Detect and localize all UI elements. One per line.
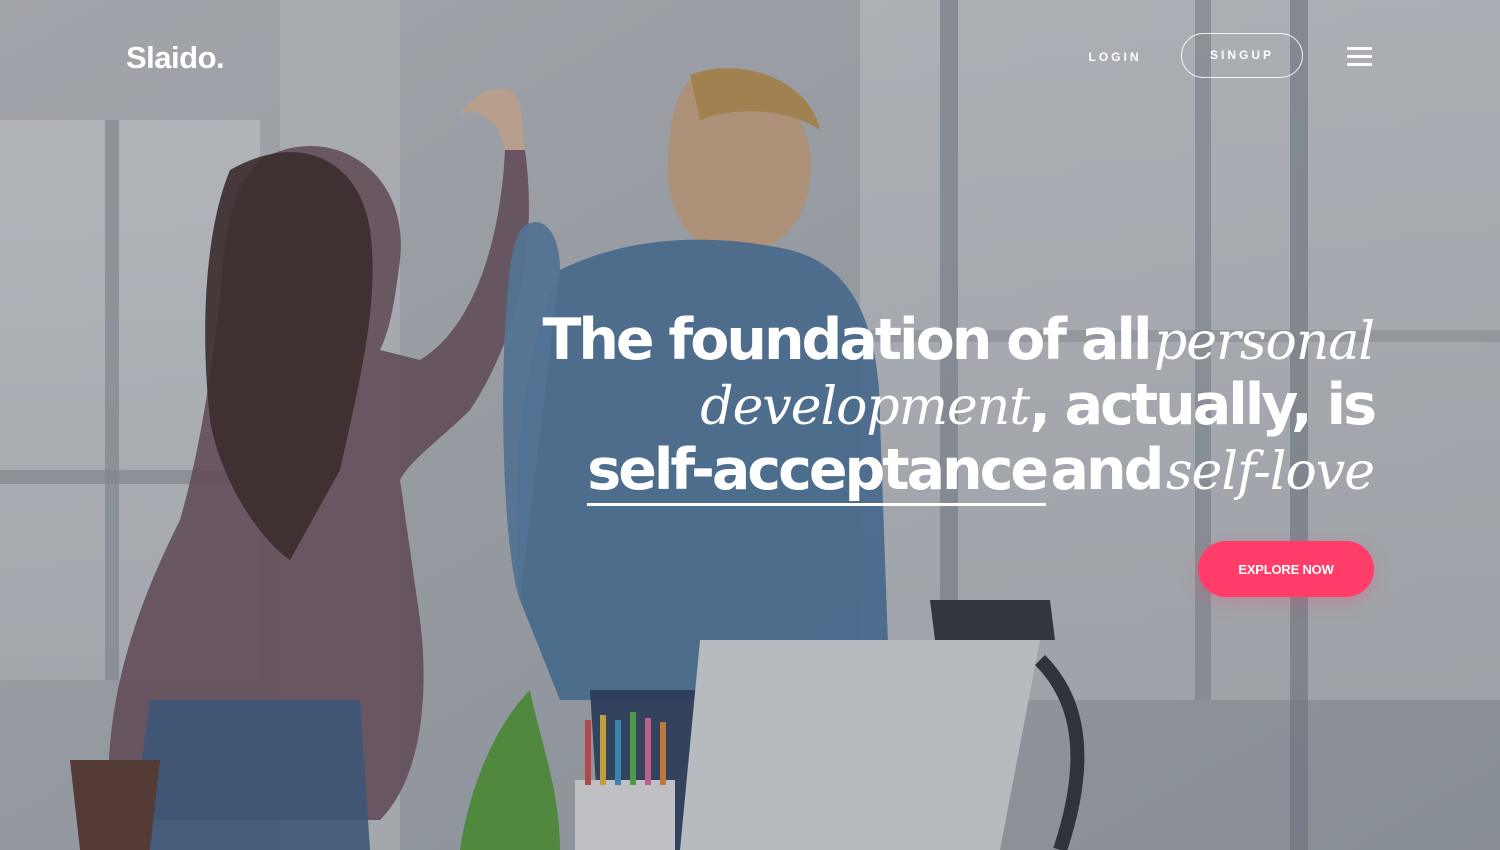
headline-underlined-text: self-acceptance	[587, 437, 1049, 506]
headline-line-2: development, actually, is	[514, 372, 1377, 438]
headline-line-1: The foundation of all personal	[514, 307, 1375, 373]
hamburger-menu-icon[interactable]	[1347, 47, 1372, 67]
menu-bar	[1347, 47, 1372, 50]
hero-headline: The foundation of all personal developme…	[514, 307, 1377, 506]
headline-italic-text: development	[700, 377, 1030, 437]
headline-bold-text: and	[1050, 437, 1165, 503]
explore-now-button[interactable]: EXPLORE NOW	[1198, 541, 1374, 597]
signup-button[interactable]: SINGUP	[1181, 33, 1303, 78]
menu-bar	[1347, 63, 1372, 66]
headline-line-3: self-acceptance and self-love	[514, 437, 1375, 506]
menu-bar	[1347, 55, 1372, 58]
headline-bold-text: , actually, is	[1029, 372, 1377, 438]
headline-italic-text: self-love	[1165, 442, 1375, 502]
headline-italic-text: personal	[1153, 312, 1375, 372]
login-link[interactable]: LOGIN	[1080, 46, 1150, 68]
headline-bold-text: The foundation of all	[542, 307, 1152, 373]
logo[interactable]: Slaido.	[126, 40, 225, 76]
